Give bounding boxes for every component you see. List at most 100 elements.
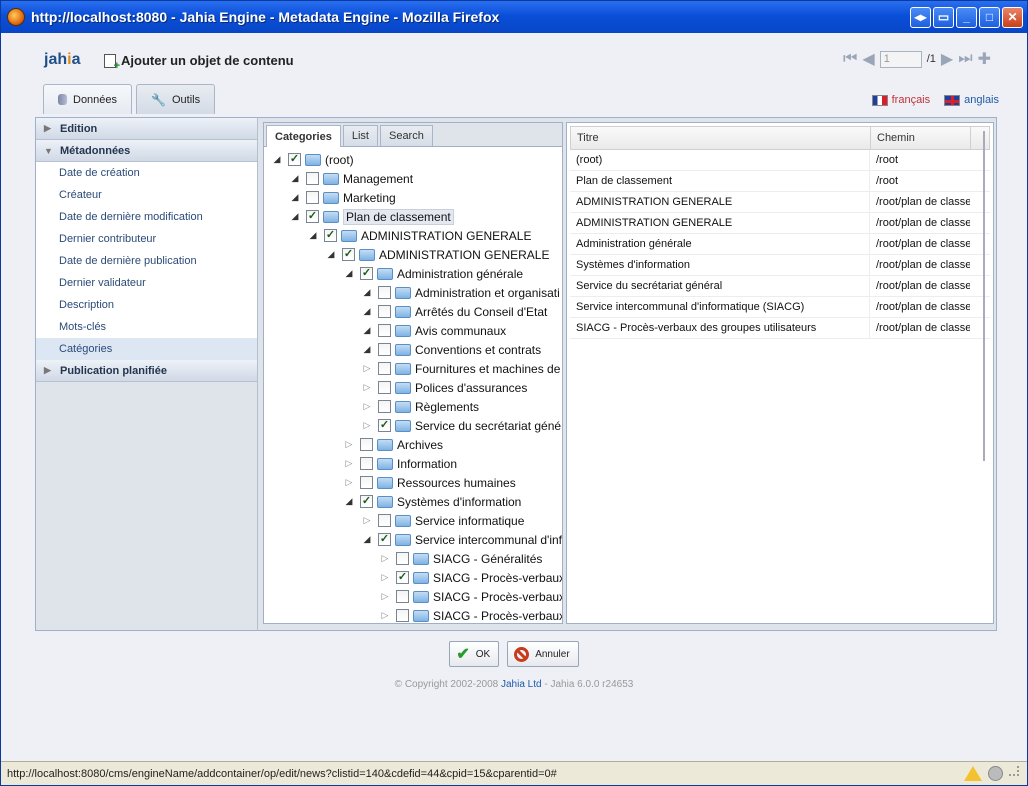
expand-node-icon[interactable]: ▷ bbox=[342, 458, 356, 469]
collapse-node-icon[interactable]: ◢ bbox=[288, 173, 302, 184]
expand-node-icon[interactable]: ▷ bbox=[378, 553, 392, 564]
node-checkbox[interactable]: ✓ bbox=[378, 419, 391, 432]
tree-node-label[interactable]: Administration et organisati bbox=[415, 286, 560, 300]
node-checkbox[interactable]: ✓ bbox=[342, 248, 355, 261]
tree-node[interactable]: ◢ Avis communaux bbox=[360, 321, 507, 340]
tree-node[interactable]: ▷ SIACG - Procès-verbaux bbox=[378, 606, 562, 623]
tree-node-label[interactable]: Conventions et contrats bbox=[415, 343, 541, 357]
tree-node[interactable]: ◢ Administration et organisati bbox=[360, 283, 560, 302]
tree-node[interactable]: ▷ Service informatique bbox=[360, 511, 525, 530]
tree-node[interactable]: ◢ ✓ Systèmes d'information bbox=[342, 492, 522, 511]
cancel-button[interactable]: Annuler bbox=[507, 641, 579, 667]
expand-node-icon[interactable]: ▷ bbox=[360, 420, 374, 431]
tree-node[interactable]: ▷ SIACG - Procès-verbaux bbox=[378, 587, 562, 606]
tree-node-label[interactable]: Marketing bbox=[343, 191, 396, 205]
table-row[interactable]: Service du secrétariat général/root/plan… bbox=[570, 276, 990, 297]
tree-node-label[interactable]: Service du secrétariat géné bbox=[415, 419, 561, 433]
expand-node-icon[interactable]: ▷ bbox=[378, 591, 392, 602]
tree-node-label[interactable]: Service informatique bbox=[415, 514, 524, 528]
tree-node[interactable]: ▷ SIACG - Généralités bbox=[378, 549, 543, 568]
first-page-icon[interactable]: ⏮ bbox=[843, 50, 857, 68]
collapse-node-icon[interactable]: ◢ bbox=[360, 344, 374, 355]
node-checkbox[interactable] bbox=[396, 609, 409, 622]
tree-node-label[interactable]: SIACG - Procès-verbaux bbox=[433, 590, 562, 604]
table-row[interactable]: (root) /root bbox=[570, 150, 990, 171]
table-row[interactable]: Service intercommunal d'informatique (SI… bbox=[570, 297, 990, 318]
grid-scrollbar[interactable] bbox=[983, 131, 985, 461]
tree-node-label[interactable]: Systèmes d'information bbox=[397, 495, 521, 509]
collapse-node-icon[interactable]: ◢ bbox=[306, 230, 320, 241]
tree-node-label[interactable]: Ressources humaines bbox=[397, 476, 516, 490]
tree-node[interactable]: ▷ ✓ SIACG - Procès-verbaux bbox=[378, 568, 562, 587]
tree-node-label[interactable]: ADMINISTRATION GENERALE bbox=[361, 229, 531, 243]
node-checkbox[interactable] bbox=[378, 324, 391, 337]
node-checkbox[interactable] bbox=[378, 381, 391, 394]
expand-node-icon[interactable]: ▷ bbox=[342, 439, 356, 450]
tree-node[interactable]: ▷ Fournitures et machines de bbox=[360, 359, 561, 378]
tree-node-label[interactable]: Règlements bbox=[415, 400, 479, 414]
table-row[interactable]: SIACG - Procès-verbaux des groupes utili… bbox=[570, 318, 990, 339]
expand-node-icon[interactable]: ▷ bbox=[360, 363, 374, 374]
security-icon[interactable] bbox=[988, 766, 1003, 781]
sidebar-item[interactable]: Dernier contributeur bbox=[36, 228, 257, 250]
node-checkbox[interactable] bbox=[378, 286, 391, 299]
tree-node[interactable]: ◢ Arrêtés du Conseil d'Etat bbox=[360, 302, 548, 321]
tree-node-label[interactable]: Arrêtés du Conseil d'Etat bbox=[415, 305, 547, 319]
tree-node[interactable]: ◢ ✓ Service intercommunal d'inf bbox=[360, 530, 562, 549]
sidebar-section-metadonnees[interactable]: ▼ Métadonnées bbox=[36, 140, 257, 162]
node-checkbox[interactable] bbox=[378, 362, 391, 375]
tree-node[interactable]: ▷ Archives bbox=[342, 435, 443, 454]
expand-node-icon[interactable]: ▷ bbox=[360, 515, 374, 526]
node-checkbox[interactable]: ✓ bbox=[288, 153, 301, 166]
prev-page-icon[interactable]: ◀ bbox=[862, 49, 874, 69]
node-checkbox[interactable] bbox=[360, 457, 373, 470]
tree-node-label[interactable]: Administration générale bbox=[397, 267, 523, 281]
table-row[interactable]: ADMINISTRATION GENERALE/root/plan de cla… bbox=[570, 213, 990, 234]
expand-node-icon[interactable]: ▷ bbox=[360, 382, 374, 393]
column-chemin[interactable]: Chemin bbox=[871, 127, 971, 149]
expand-node-icon[interactable]: ▷ bbox=[378, 610, 392, 621]
sidebar-item[interactable]: Mots-clés bbox=[36, 316, 257, 338]
tab-outils[interactable]: 🔧 Outils bbox=[136, 84, 216, 114]
table-row[interactable]: ADMINISTRATION GENERALE/root/plan de cla… bbox=[570, 192, 990, 213]
tree-node[interactable]: ◢ Management bbox=[288, 169, 414, 188]
tree-node[interactable]: ◢ ✓ ADMINISTRATION GENERALE bbox=[324, 245, 550, 264]
window-menu-icon[interactable]: ▭ bbox=[933, 6, 954, 28]
sidebar-item[interactable]: Description bbox=[36, 294, 257, 316]
column-titre[interactable]: Titre bbox=[571, 127, 871, 149]
tree-node[interactable]: ▷ Ressources humaines bbox=[342, 473, 516, 492]
node-checkbox[interactable]: ✓ bbox=[360, 495, 373, 508]
node-checkbox[interactable] bbox=[360, 476, 373, 489]
tree-node-label[interactable]: Management bbox=[343, 172, 413, 186]
node-checkbox[interactable]: ✓ bbox=[396, 571, 409, 584]
tree-node-label[interactable]: (root) bbox=[325, 153, 354, 167]
sidebar-section-publication[interactable]: ▶ Publication planifiée bbox=[36, 360, 257, 382]
collapse-node-icon[interactable]: ◢ bbox=[342, 268, 356, 279]
collapse-node-icon[interactable]: ◢ bbox=[270, 154, 284, 165]
node-checkbox[interactable] bbox=[396, 552, 409, 565]
node-checkbox[interactable]: ✓ bbox=[324, 229, 337, 242]
tree-node-label[interactable]: SIACG - Procès-verbaux bbox=[433, 609, 562, 623]
tree-node[interactable]: ▷ Règlements bbox=[360, 397, 480, 416]
collapse-node-icon[interactable]: ◢ bbox=[360, 534, 374, 545]
next-page-icon[interactable]: ▶ bbox=[941, 49, 953, 69]
node-checkbox[interactable]: ✓ bbox=[378, 533, 391, 546]
tree-node-label[interactable]: ADMINISTRATION GENERALE bbox=[379, 248, 549, 262]
tree-node[interactable]: ◢ ✓ ADMINISTRATION GENERALE bbox=[306, 226, 532, 245]
tree-node-label[interactable]: SIACG - Procès-verbaux bbox=[433, 571, 562, 585]
tree-node-label[interactable]: Fournitures et machines de bbox=[415, 362, 560, 376]
collapse-node-icon[interactable]: ◢ bbox=[360, 325, 374, 336]
node-checkbox[interactable] bbox=[306, 172, 319, 185]
tab-donnees[interactable]: Données bbox=[43, 84, 133, 114]
node-checkbox[interactable] bbox=[306, 191, 319, 204]
minimize-button[interactable]: _ bbox=[956, 6, 977, 28]
tree-node[interactable]: ◢ ✓ Administration générale bbox=[342, 264, 524, 283]
collapse-node-icon[interactable]: ◢ bbox=[342, 496, 356, 507]
tab-search[interactable]: Search bbox=[379, 125, 433, 146]
sidebar-item[interactable]: Dernier validateur bbox=[36, 272, 257, 294]
node-checkbox[interactable] bbox=[378, 305, 391, 318]
tree-node[interactable]: ▷ Information bbox=[342, 454, 458, 473]
node-checkbox[interactable]: ✓ bbox=[306, 210, 319, 223]
tab-list[interactable]: List bbox=[342, 125, 378, 146]
sidebar-section-edition[interactable]: ▶ Edition bbox=[36, 118, 257, 140]
